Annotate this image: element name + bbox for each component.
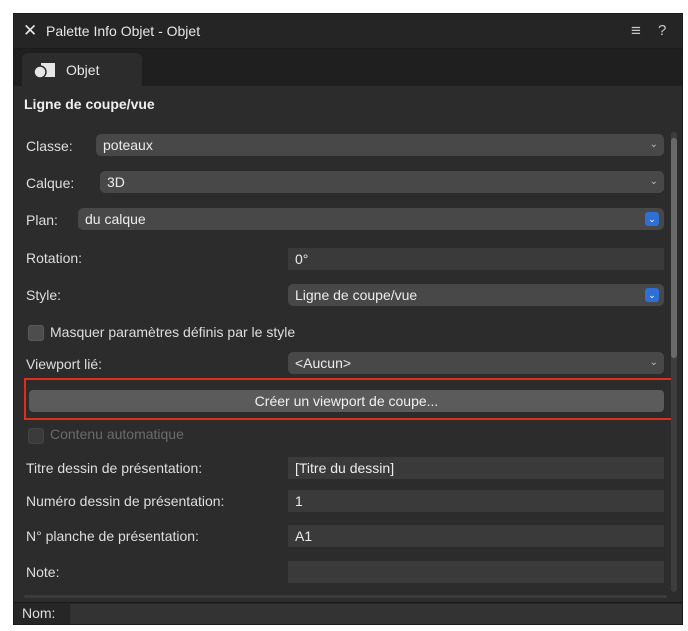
- close-icon[interactable]: ✕: [23, 22, 37, 39]
- name-label: Nom:: [22, 605, 56, 621]
- viewport-value: <Aucun>: [295, 355, 352, 371]
- masquer-label: Masquer paramètres définis par le style: [50, 324, 296, 340]
- tab-label: Objet: [66, 62, 100, 78]
- tab-objet[interactable]: Objet: [22, 53, 142, 86]
- rotation-label: Rotation:: [26, 250, 83, 266]
- viewport-select[interactable]: <Aucun> ⌄: [288, 352, 664, 374]
- note-field[interactable]: [288, 561, 664, 583]
- numero-dessin-label: Numéro dessin de présentation:: [26, 493, 225, 509]
- style-value: Ligne de coupe/vue: [295, 287, 418, 303]
- chevron-down-icon: ⌄: [649, 357, 658, 368]
- chevron-updown-icon: ⌄: [645, 288, 659, 302]
- object-info-palette: ✕ Palette Info Objet - Objet ≡ ? Objet L…: [13, 13, 683, 625]
- style-label: Style:: [26, 287, 62, 303]
- chevron-down-icon: ⌄: [649, 139, 658, 150]
- planche-label: N° planche de présentation:: [26, 528, 199, 544]
- section-title: Ligne de coupe/vue: [24, 96, 155, 112]
- contenu-auto-label: Contenu automatique: [50, 426, 184, 442]
- titre-dessin-field[interactable]: [Titre du dessin]: [288, 457, 664, 479]
- style-select[interactable]: Ligne de coupe/vue ⌄: [288, 284, 664, 306]
- plan-value: du calque: [85, 211, 146, 227]
- contenu-auto-checkbox: [28, 428, 44, 444]
- calque-value: 3D: [107, 174, 125, 190]
- rotation-field[interactable]: 0°: [288, 248, 664, 270]
- viewport-label: Viewport lié:: [26, 356, 103, 372]
- title-bar: ✕ Palette Info Objet - Objet ≡ ?: [14, 14, 682, 49]
- window-title: Palette Info Objet - Objet: [46, 23, 201, 39]
- chevron-updown-icon: ⌄: [645, 212, 659, 226]
- calque-select[interactable]: 3D ⌄: [100, 171, 664, 193]
- scrollbar-thumb[interactable]: [671, 138, 677, 358]
- titre-dessin-label: Titre dessin de présentation:: [26, 460, 203, 476]
- help-icon[interactable]: ?: [658, 22, 666, 39]
- classe-select[interactable]: poteaux ⌄: [96, 134, 664, 156]
- note-label: Note:: [26, 564, 60, 580]
- menu-icon[interactable]: ≡: [631, 21, 641, 41]
- object-shapes-icon: [33, 63, 55, 79]
- planche-field[interactable]: A1: [288, 525, 664, 547]
- tab-bar: Objet: [14, 49, 682, 86]
- name-input[interactable]: [70, 604, 682, 624]
- create-section-viewport-button[interactable]: Créer un viewport de coupe...: [29, 390, 664, 412]
- masquer-checkbox[interactable]: [28, 325, 44, 341]
- plan-label: Plan:: [26, 212, 58, 228]
- divider: [24, 595, 667, 598]
- classe-value: poteaux: [103, 137, 153, 153]
- classe-label: Classe:: [26, 138, 73, 154]
- chevron-down-icon: ⌄: [649, 176, 658, 187]
- numero-dessin-field[interactable]: 1: [288, 490, 664, 512]
- name-bar: Nom:: [14, 602, 682, 624]
- plan-select[interactable]: du calque ⌄: [78, 208, 664, 230]
- calque-label: Calque:: [26, 175, 75, 191]
